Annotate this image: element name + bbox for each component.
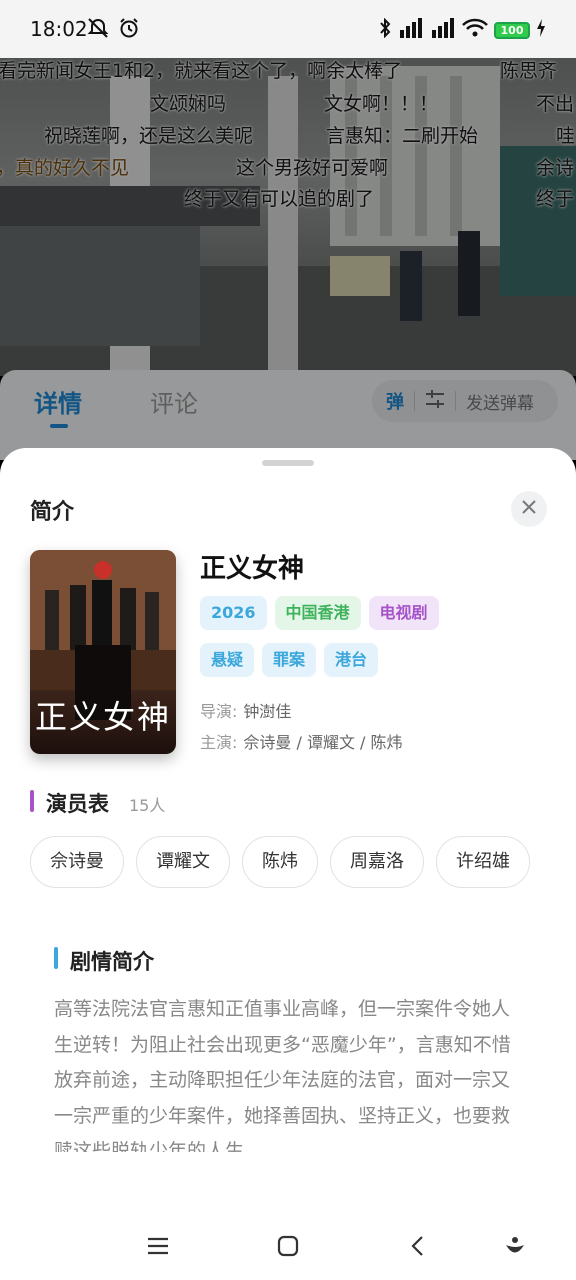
director-name: 钟澍佳 [243, 702, 292, 721]
charging-icon [536, 19, 546, 41]
cast-count[interactable]: 15人 [129, 792, 165, 816]
section-accent-bar [30, 790, 34, 812]
signal-icon-2 [430, 18, 456, 42]
tag-genre[interactable]: 港台 [324, 643, 379, 677]
tag-region[interactable]: 中国香港 [274, 596, 361, 630]
intro-sheet: 简介 正义女神 正义女神 2026 中国香港 电视剧 悬疑 罪案 港台 导演: 钟… [0, 448, 576, 1280]
drag-handle[interactable] [262, 460, 314, 466]
cast-chip[interactable]: 周嘉洛 [330, 836, 424, 888]
alarm-icon [118, 17, 140, 43]
director-line: 导演: 钟澍佳 [200, 698, 291, 722]
main-cast-line: 主演: 佘诗曼 / 谭耀文 / 陈炜 [200, 729, 403, 753]
battery-icon: 100 [494, 21, 530, 39]
tag-year[interactable]: 2026 [200, 596, 267, 630]
tag-type[interactable]: 电视剧 [368, 596, 439, 630]
bluetooth-icon [378, 17, 392, 42]
cast-chip[interactable]: 许绍雄 [436, 836, 530, 888]
main-cast-names: 佘诗曼 / 谭耀文 / 陈炜 [243, 733, 403, 752]
poster-title: 正义女神 [34, 698, 171, 736]
mute-icon [86, 17, 110, 43]
system-nav-bar [0, 1210, 576, 1280]
tag-row: 悬疑 罪案 港台 [200, 643, 379, 677]
tag-row: 2026 中国香港 电视剧 [200, 596, 439, 630]
sheet-title: 简介 [30, 500, 75, 525]
show-title: 正义女神 [200, 554, 305, 584]
show-poster: 正义女神 [30, 550, 176, 754]
wifi-icon [462, 18, 488, 42]
section-accent-bar [54, 947, 58, 969]
close-button[interactable] [511, 491, 547, 527]
cast-chip[interactable]: 佘诗曼 [30, 836, 124, 888]
menu-icon[interactable] [144, 1232, 172, 1260]
cast-chip[interactable]: 谭耀文 [136, 836, 230, 888]
main-cast-label: 主演: [200, 733, 238, 752]
plot-summary: 高等法院法官言惠知正值事业高峰，但一宗案件令她人生逆转！为阻止社会出现更多“恶魔… [54, 998, 511, 1152]
home-icon[interactable] [274, 1232, 302, 1260]
status-bar: 18:02 100 [0, 0, 576, 58]
tag-genre[interactable]: 罪案 [262, 643, 317, 677]
signal-icon [398, 18, 424, 42]
plot-heading: 剧情简介 [70, 950, 154, 974]
status-time: 18:02 [30, 17, 88, 41]
cast-heading: 演员表 [46, 792, 109, 816]
back-icon[interactable] [404, 1232, 432, 1260]
close-icon [521, 499, 537, 519]
cast-list: 佘诗曼 谭耀文 陈炜 周嘉洛 许绍雄 [30, 836, 530, 888]
cast-chip[interactable]: 陈炜 [242, 836, 318, 888]
tag-genre[interactable]: 悬疑 [200, 643, 255, 677]
assistant-icon[interactable] [501, 1232, 529, 1260]
director-label: 导演: [200, 702, 238, 721]
